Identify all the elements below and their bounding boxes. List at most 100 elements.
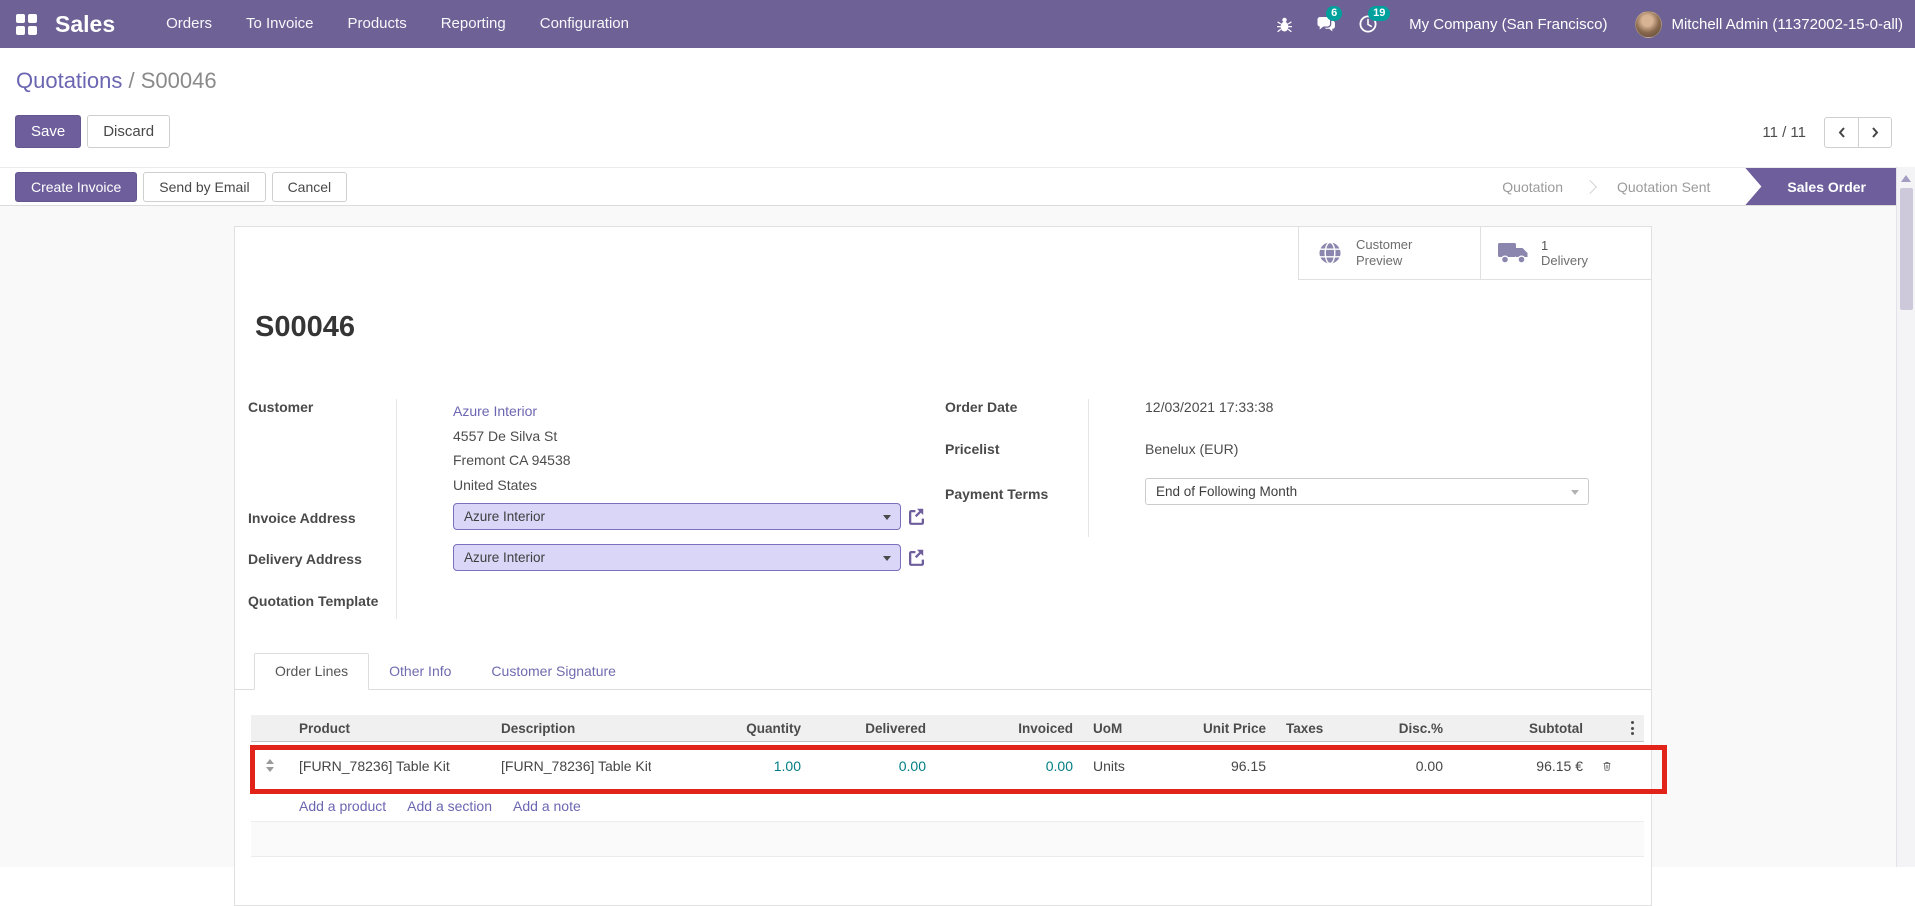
dropdown-caret-icon xyxy=(883,556,891,561)
pricelist-value[interactable]: Benelux (EUR) xyxy=(1145,441,1238,457)
table-footer-links: Add a product Add a section Add a note xyxy=(251,790,1644,821)
add-a-section-link[interactable]: Add a section xyxy=(407,798,492,814)
scrollbar-thumb[interactable] xyxy=(1899,188,1913,310)
globe-icon xyxy=(1319,241,1341,265)
product-column-header[interactable]: Product xyxy=(289,721,491,736)
delivery-address-value: Azure Interior xyxy=(464,550,546,565)
discard-button[interactable]: Discard xyxy=(87,115,171,148)
invoiced-column-header[interactable]: Invoiced xyxy=(964,721,1083,736)
table-header-row: Product Description Quantity Delivered I… xyxy=(251,715,1644,742)
cell-description[interactable]: [FURN_78236] Table Kit xyxy=(491,758,651,774)
messages-count-badge: 6 xyxy=(1326,6,1343,21)
quantity-column-header[interactable]: Quantity xyxy=(651,721,811,736)
invoice-address-external-link[interactable] xyxy=(906,507,925,526)
user-menu[interactable]: Mitchell Admin (11372002-15-0-all) xyxy=(1671,16,1903,33)
stage-quotation-sent[interactable]: Quotation Sent xyxy=(1596,179,1731,195)
delivery-address-external-link[interactable] xyxy=(906,548,925,567)
add-a-note-link[interactable]: Add a note xyxy=(513,798,581,814)
status-pipeline: Quotation Quotation Sent Sales Order xyxy=(1481,168,1896,205)
trash-icon xyxy=(1603,761,1611,771)
user-avatar[interactable] xyxy=(1635,10,1663,38)
tab-order-lines[interactable]: Order Lines xyxy=(254,653,370,690)
uom-column-header[interactable]: UoM xyxy=(1083,721,1141,736)
order-lines-table: Product Description Quantity Delivered I… xyxy=(251,715,1644,821)
chevron-left-icon xyxy=(1838,127,1845,138)
order-line-row[interactable]: [FURN_78236] Table Kit [FURN_78236] Tabl… xyxy=(251,742,1644,790)
payment-terms-label: Payment Terms xyxy=(945,486,1049,502)
disc-column-header[interactable]: Disc.% xyxy=(1364,721,1453,736)
cell-delivered[interactable]: 0.00 xyxy=(811,758,936,774)
breadcrumb-separator: / xyxy=(122,68,141,93)
breadcrumb: Quotations / S00046 xyxy=(16,68,217,94)
tab-customer-signature[interactable]: Customer Signature xyxy=(471,654,636,689)
cell-subtotal[interactable]: 96.15 € xyxy=(1453,758,1593,774)
nav-item-reporting[interactable]: Reporting xyxy=(424,0,523,48)
pager-next-button[interactable] xyxy=(1858,117,1892,148)
breadcrumb-quotations-link[interactable]: Quotations xyxy=(16,68,122,93)
apps-menu-icon[interactable] xyxy=(16,13,37,35)
optional-columns-toggle[interactable] xyxy=(1621,721,1644,735)
pricelist-label: Pricelist xyxy=(945,441,1000,457)
cell-invoiced[interactable]: 0.00 xyxy=(964,758,1083,774)
scroll-up-arrow-icon[interactable] xyxy=(1901,175,1911,182)
delivery-button[interactable]: 1 Delivery xyxy=(1480,227,1651,279)
order-date-label: Order Date xyxy=(945,399,1018,415)
chevron-right-icon xyxy=(1872,127,1879,138)
customer-address-line: Fremont CA 94538 xyxy=(453,452,571,468)
customer-preview-label: Customer Preview xyxy=(1356,237,1413,268)
tab-other-info[interactable]: Other Info xyxy=(369,654,471,689)
messages-button[interactable]: 6 xyxy=(1305,0,1347,48)
vertical-scrollbar[interactable] xyxy=(1896,167,1915,867)
description-column-header[interactable]: Description xyxy=(491,721,651,736)
row-drag-handle[interactable] xyxy=(251,759,289,772)
save-button[interactable]: Save xyxy=(15,115,82,148)
add-a-product-link[interactable]: Add a product xyxy=(299,798,386,814)
app-brand[interactable]: Sales xyxy=(55,11,115,38)
cell-unit-price[interactable]: 96.15 xyxy=(1141,758,1276,774)
cell-quantity[interactable]: 1.00 xyxy=(651,758,811,774)
delete-row-button[interactable] xyxy=(1593,758,1621,774)
subtotal-column-header[interactable]: Subtotal xyxy=(1453,721,1593,736)
payment-terms-field[interactable]: End of Following Month xyxy=(1145,478,1589,505)
customer-label: Customer xyxy=(248,399,314,415)
delivery-address-field[interactable]: Azure Interior xyxy=(453,544,901,571)
stage-quotation[interactable]: Quotation xyxy=(1481,179,1584,195)
invoice-address-value: Azure Interior xyxy=(464,509,546,524)
customer-name-link[interactable]: Azure Interior xyxy=(453,399,571,424)
record-pager: 11 / 11 xyxy=(1762,117,1892,148)
invoice-address-field-wrap: Azure Interior xyxy=(453,503,925,530)
dropdown-caret-icon xyxy=(883,515,891,520)
external-link-icon xyxy=(909,549,924,566)
nav-item-products[interactable]: Products xyxy=(331,0,424,48)
cell-product[interactable]: [FURN_78236] Table Kit xyxy=(289,758,491,774)
pager-previous-button[interactable] xyxy=(1824,117,1858,148)
send-by-email-button[interactable]: Send by Email xyxy=(143,171,266,202)
truck-icon xyxy=(1498,243,1528,264)
nav-item-orders[interactable]: Orders xyxy=(149,0,229,48)
customer-preview-button[interactable]: Customer Preview xyxy=(1298,227,1480,279)
cancel-button[interactable]: Cancel xyxy=(271,171,348,202)
record-buttons: Save Discard xyxy=(15,115,171,148)
invoice-address-field[interactable]: Azure Interior xyxy=(453,503,901,530)
taxes-column-header[interactable]: Taxes xyxy=(1276,721,1364,736)
unit-price-column-header[interactable]: Unit Price xyxy=(1141,721,1276,736)
delivery-label: Delivery xyxy=(1541,252,1588,268)
order-date-value[interactable]: 12/03/2021 17:33:38 xyxy=(1145,399,1273,415)
cell-disc[interactable]: 0.00 xyxy=(1364,758,1453,774)
activities-count-badge: 19 xyxy=(1368,6,1391,21)
cell-uom[interactable]: Units xyxy=(1083,758,1141,774)
quotation-template-field[interactable] xyxy=(453,593,901,615)
stage-sales-order-active[interactable]: Sales Order xyxy=(1745,168,1896,205)
create-invoice-button[interactable]: Create Invoice xyxy=(15,171,138,202)
form-group-left: Customer Azure Interior 4557 De Silva St… xyxy=(248,397,938,619)
company-switcher[interactable]: My Company (San Francisco) xyxy=(1409,16,1607,33)
customer-value-block: Azure Interior 4557 De Silva St Fremont … xyxy=(453,399,571,497)
delivered-column-header[interactable]: Delivered xyxy=(811,721,936,736)
nav-item-configuration[interactable]: Configuration xyxy=(523,0,646,48)
external-link-icon xyxy=(909,508,924,525)
bug-icon xyxy=(1276,17,1292,32)
activities-button[interactable]: 19 xyxy=(1347,0,1391,48)
stage-separator-icon xyxy=(1582,179,1598,194)
debug-bug-icon[interactable] xyxy=(1263,0,1305,48)
nav-item-to-invoice[interactable]: To Invoice xyxy=(229,0,331,48)
